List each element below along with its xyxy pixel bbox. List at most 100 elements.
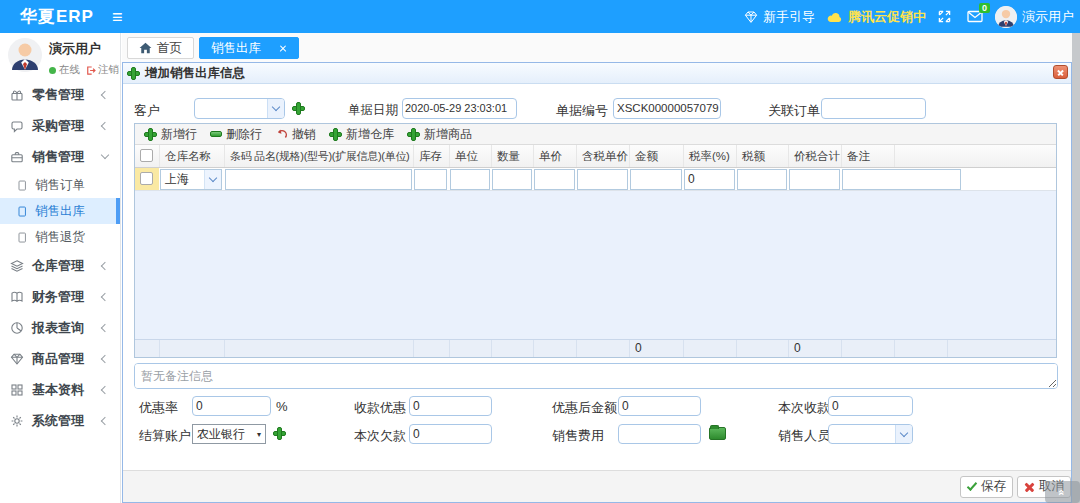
tax-amount-cell[interactable]	[737, 169, 787, 190]
select-all-checkbox[interactable]	[140, 149, 153, 162]
delete-row-button[interactable]: 删除行	[210, 126, 262, 143]
total-with-tax-cell[interactable]	[789, 169, 840, 190]
grid-icon	[10, 383, 24, 397]
customer-combobox[interactable]	[194, 98, 285, 119]
column-header: 库存	[413, 145, 449, 167]
sidebar-item-retail[interactable]: 零售管理	[0, 79, 120, 110]
after-discount-input[interactable]: 0	[618, 396, 701, 416]
finance-icon	[10, 290, 24, 304]
expense-label: 销售费用	[552, 427, 604, 445]
price-with-tax-input[interactable]	[577, 169, 628, 190]
add-icon	[127, 67, 140, 80]
settlement-account-select[interactable]: 农业银行▾	[192, 424, 266, 444]
add-product-button[interactable]: 新增商品	[407, 126, 472, 143]
remark-textarea[interactable]	[134, 363, 1058, 389]
chevron-down-icon	[204, 170, 221, 189]
tab-close-icon[interactable]	[279, 44, 287, 52]
user-name: 演示用户	[49, 40, 119, 58]
sidebar-item-purchase[interactable]: 采购管理	[0, 110, 120, 141]
home-icon	[139, 42, 152, 54]
add-account-button[interactable]	[273, 427, 286, 440]
chevron-left-icon	[101, 121, 109, 129]
add-warehouse-button[interactable]: 新增仓库	[329, 126, 394, 143]
stock-cell[interactable]	[414, 169, 447, 190]
chevron-left-icon	[101, 416, 109, 424]
salesman-combobox[interactable]	[828, 424, 913, 444]
date-input[interactable]: 2020-05-29 23:03:01	[402, 98, 517, 119]
chevron-left-icon	[101, 354, 109, 362]
goods-icon	[10, 352, 24, 366]
logout-icon	[85, 65, 96, 76]
after-discount-label: 优惠后金额	[552, 399, 617, 417]
amount-cell[interactable]	[630, 169, 682, 190]
payment-discount-input[interactable]: 0	[409, 396, 492, 416]
add-row-button[interactable]: 新增行	[144, 126, 197, 143]
warehouse-icon	[10, 259, 24, 273]
discount-rate-input[interactable]: 0	[192, 396, 271, 416]
tab-home[interactable]: 首页	[127, 37, 194, 59]
sidebar-subitem-sales-order[interactable]: 销售订单	[0, 172, 120, 198]
date-label: 单据日期	[348, 102, 398, 119]
user-menu[interactable]: 演示用户	[995, 6, 1074, 28]
row-checkbox[interactable]	[140, 172, 153, 185]
grid-row: 上海 0	[135, 168, 1056, 191]
save-button[interactable]: 保存	[960, 476, 1013, 498]
undo-button[interactable]: 撤销	[275, 126, 316, 143]
number-input[interactable]: XSCK00000057079	[613, 98, 721, 119]
chevron-down-icon[interactable]	[267, 99, 284, 118]
fullscreen-icon	[938, 10, 951, 23]
sidebar-item-system[interactable]: 系统管理	[0, 405, 120, 436]
amount-total: 0	[629, 340, 683, 357]
fullscreen-button[interactable]	[938, 10, 951, 23]
doc-icon	[16, 231, 28, 244]
sales-icon	[10, 150, 24, 164]
column-header: 价税合计	[788, 145, 841, 167]
unit-price-input[interactable]	[534, 169, 575, 190]
sidebar-item-report[interactable]: 报表查询	[0, 312, 120, 343]
sidebar-item-warehouse[interactable]: 仓库管理	[0, 250, 120, 281]
user-avatar	[8, 38, 42, 72]
back-to-top-button[interactable]: «	[1045, 481, 1080, 503]
tab-sales-outbound[interactable]: 销售出库	[199, 37, 299, 59]
dialog-header: 增加销售出库信息	[123, 63, 1071, 84]
items-datagrid: 新增行 删除行 撤销 新增仓库 新增商品 仓库名称 条码 品名(规格)(型号)(…	[134, 123, 1057, 358]
remark-input[interactable]	[842, 169, 961, 190]
mail-button[interactable]: 0	[967, 10, 983, 23]
folder-icon[interactable]	[709, 427, 726, 440]
retail-icon	[10, 88, 24, 102]
column-header: 仓库名称	[159, 145, 224, 167]
warehouse-select[interactable]: 上海	[160, 169, 222, 190]
sidebar: 演示用户 在线 注销 零售管理 采购管理 销售管理 销售订单	[0, 33, 121, 503]
sidebar-subitem-sales-return[interactable]: 销售退货	[0, 224, 120, 250]
salesman-label: 销售人员	[778, 427, 830, 445]
linked-order-input[interactable]	[821, 98, 926, 119]
dialog-close-button[interactable]	[1053, 65, 1068, 79]
add-customer-button[interactable]	[292, 102, 305, 115]
tab-bar: 首页 销售出库	[122, 33, 1072, 60]
sidebar-item-basic-data[interactable]: 基本资料	[0, 374, 120, 405]
select-arrow-icon: ▾	[257, 430, 261, 439]
debt-input[interactable]: 0	[409, 424, 492, 444]
scrollbar[interactable]	[1072, 33, 1080, 503]
select-all-cell	[135, 145, 159, 167]
sidebar-item-sales[interactable]: 销售管理	[0, 141, 120, 172]
receipt-input[interactable]: 0	[828, 396, 913, 416]
expense-input[interactable]	[618, 424, 701, 444]
top-navbar: 华夏ERP ≡ 新手引导 腾讯云促销中 0 演示用户	[0, 0, 1080, 33]
promo-link[interactable]: 腾讯云促销中	[827, 8, 926, 26]
unit-cell[interactable]	[450, 169, 490, 190]
chevron-down-icon[interactable]	[895, 425, 912, 443]
tax-rate-input[interactable]: 0	[684, 169, 735, 190]
chevron-down-icon	[101, 151, 109, 159]
sidebar-subitem-sales-outbound[interactable]: 销售出库	[0, 198, 120, 224]
column-header: 含税单价	[576, 145, 629, 167]
menu-toggle-icon[interactable]: ≡	[112, 8, 123, 26]
sidebar-user-block: 演示用户 在线 注销	[0, 33, 120, 79]
sidebar-item-goods[interactable]: 商品管理	[0, 343, 120, 374]
barcode-product-input[interactable]	[225, 169, 412, 190]
column-header: 税率(%)	[683, 145, 736, 167]
logout-link[interactable]: 注销	[98, 63, 119, 77]
quantity-input[interactable]	[492, 169, 532, 190]
guide-link[interactable]: 新手引导	[744, 8, 815, 26]
sidebar-item-finance[interactable]: 财务管理	[0, 281, 120, 312]
